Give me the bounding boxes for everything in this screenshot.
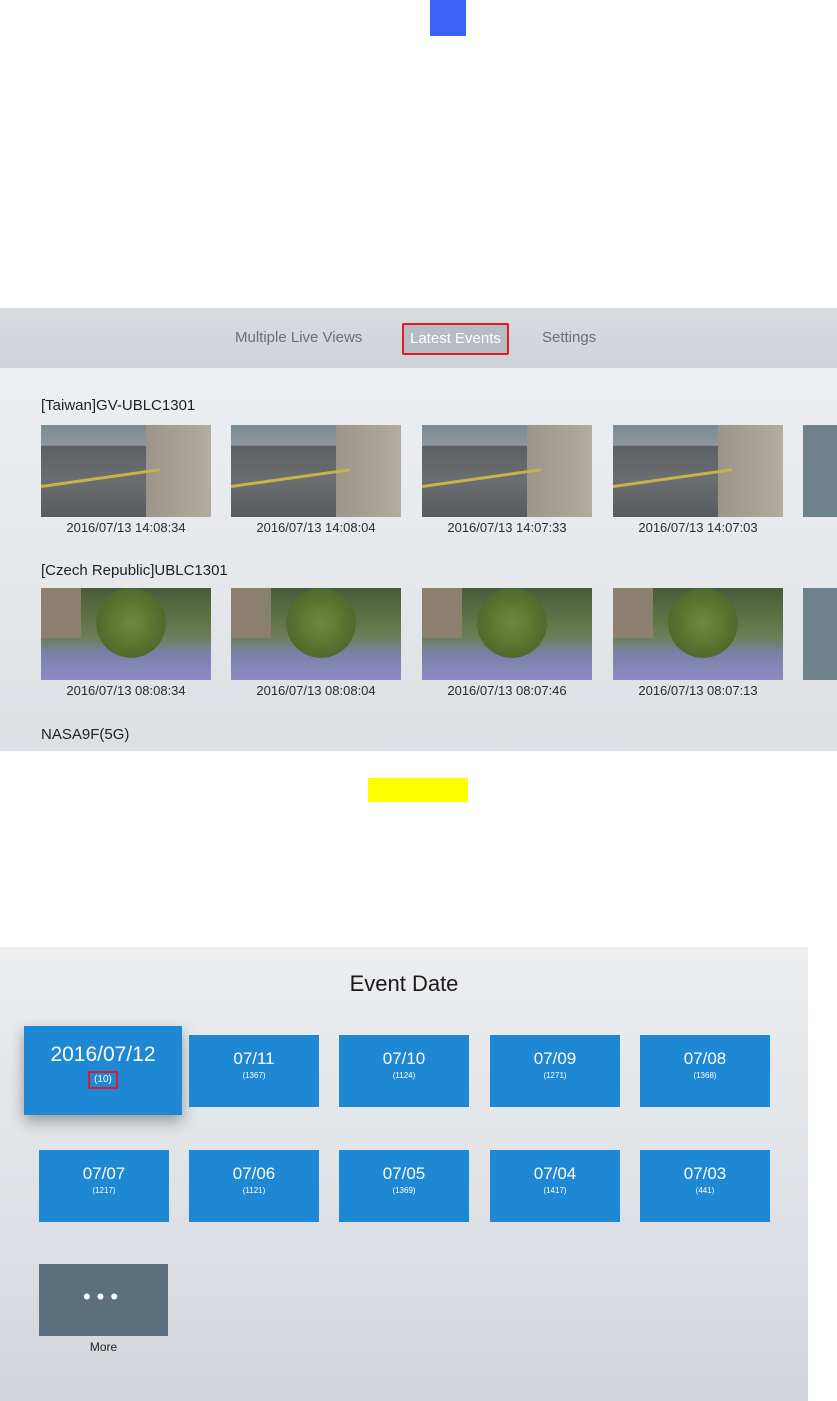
date-tile-focused[interactable]: 2016/07/12 (10) [24,1026,182,1115]
event-count: (1217) [92,1186,116,1195]
event-count: (1369) [392,1186,416,1195]
more-button[interactable]: ••• [39,1264,168,1336]
date-tile[interactable]: 07/11 (1367) [189,1035,319,1107]
event-timestamp: 2016/07/13 08:07:13 [638,683,758,698]
event-thumbnail[interactable] [41,425,211,517]
page-title: Event Date [349,971,459,996]
date-label: 07/11 [233,1049,275,1068]
event-thumbnail[interactable] [422,588,592,680]
date-tile[interactable]: 07/04 (1417) [490,1150,620,1222]
event-count: (1124) [392,1071,416,1080]
date-tile[interactable]: 07/10 (1124) [339,1035,469,1107]
tab-settings[interactable]: Settings [542,329,596,346]
date-tile[interactable]: 07/08 (1368) [640,1035,770,1107]
event-count: (1121) [242,1186,266,1195]
event-timestamp: 2016/07/13 14:08:04 [256,520,376,535]
event-timestamp: 2016/07/13 14:07:03 [638,520,758,535]
event-count: (10) [88,1071,118,1089]
date-tile[interactable]: 07/07 (1217) [39,1150,169,1222]
event-count: (441) [695,1186,715,1195]
more-label: More [89,1340,118,1354]
date-tile[interactable]: 07/09 (1271) [490,1035,620,1107]
yellow-marker [368,778,468,802]
camera-group-title: [Taiwan]GV-UBLC1301 [41,397,196,414]
top-tab-bar: Multiple Live Views Latest Events Settin… [0,308,837,368]
event-thumbnail[interactable] [613,425,783,517]
event-timestamp: 2016/07/13 08:08:34 [66,683,186,698]
date-tile[interactable]: 07/05 (1369) [339,1150,469,1222]
event-thumbnail-partial[interactable] [803,425,837,517]
event-thumbnail[interactable] [231,425,401,517]
date-label: 2016/07/12 [50,1043,156,1066]
ellipsis-icon: ••• [82,1284,125,1309]
date-label: 07/10 [382,1049,426,1068]
event-date-screen: Event Date 2016/07/12 (10) 07/11 (1367) … [0,947,808,1401]
camera-group-title: NASA9F(5G) [41,726,130,743]
tab-latest-events[interactable]: Latest Events [402,323,509,355]
date-label: 07/08 [683,1049,727,1068]
blue-marker [430,0,466,36]
date-label: 07/09 [533,1049,577,1068]
camera-group-title: [Czech Republic]UBLC1301 [41,562,228,579]
event-count: (1271) [543,1071,567,1080]
event-thumbnail[interactable] [41,588,211,680]
event-count: (1417) [543,1186,567,1195]
date-tile[interactable]: 07/06 (1121) [189,1150,319,1222]
event-thumbnail[interactable] [422,425,592,517]
event-timestamp: 2016/07/13 14:07:33 [447,520,567,535]
event-timestamp: 2016/07/13 14:08:34 [66,520,186,535]
event-thumbnail[interactable] [231,588,401,680]
event-thumbnail[interactable] [613,588,783,680]
event-count: (1368) [693,1071,717,1080]
date-label: 07/04 [533,1164,577,1183]
tab-multiple-live-views[interactable]: Multiple Live Views [235,329,362,346]
latest-events-screen: Multiple Live Views Latest Events Settin… [0,308,837,751]
date-label: 07/07 [82,1164,126,1183]
event-count: (1367) [242,1071,266,1080]
date-label: 07/05 [382,1164,426,1183]
event-timestamp: 2016/07/13 08:08:04 [256,683,376,698]
event-thumbnail-partial[interactable] [803,588,837,680]
date-label: 07/06 [232,1164,276,1183]
date-label: 07/03 [683,1164,727,1183]
date-tile[interactable]: 07/03 (441) [640,1150,770,1222]
event-timestamp: 2016/07/13 08:07:46 [447,683,567,698]
